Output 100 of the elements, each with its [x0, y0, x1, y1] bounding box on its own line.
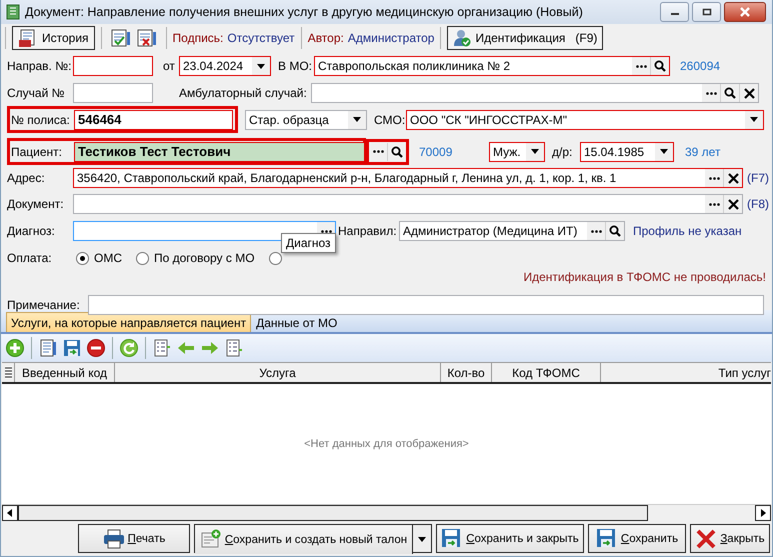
field-label: Направ. №:	[7, 59, 72, 73]
footer-button[interactable]: Сохранить и закрыть	[436, 524, 584, 553]
search-icon	[609, 225, 621, 237]
column-header[interactable]: Введенный код	[15, 363, 115, 382]
field-label: Диагноз:	[7, 224, 56, 238]
sex-dropdown[interactable]: Муж.	[489, 142, 545, 162]
address-field[interactable]: 356420, Ставропольский край, Благодарненский р-н, Благодарный г, Ленина ул, д. 1, кор. 1, кв. 1	[73, 168, 743, 188]
maximize-button[interactable]	[692, 2, 721, 22]
dropdown-button[interactable]	[348, 110, 366, 128]
field-label: Документ:	[7, 197, 65, 211]
footer-button[interactable]: Сохранить и создать новый талон	[195, 525, 413, 554]
tab[interactable]: Данные от МО	[251, 312, 342, 332]
column-header[interactable]: Код ТФОМС	[492, 363, 601, 382]
patient-field[interactable]: Тестиков Тест Тестович	[74, 142, 365, 162]
ellipsis-icon	[372, 150, 384, 153]
scroll-right-button[interactable]	[755, 505, 771, 521]
list-icon[interactable]	[224, 338, 244, 358]
search-icon	[724, 87, 736, 99]
ellipsis-icon	[636, 64, 646, 68]
note-field[interactable]	[88, 295, 764, 315]
dropdown-button[interactable]	[252, 57, 270, 75]
insurance-company-field[interactable]: ООО "СК "ИНГОССТРАХ-М"	[406, 110, 764, 130]
save-icon[interactable]	[62, 338, 82, 358]
payment-label: Оплата:	[7, 251, 53, 265]
field-label: В МО:	[278, 59, 314, 73]
field-label: СМО:	[374, 112, 406, 126]
search-button[interactable]	[387, 142, 406, 160]
clear-button[interactable]	[723, 169, 742, 187]
policy-field[interactable]: 546464	[74, 110, 233, 130]
caret-icon	[417, 534, 427, 542]
search-button[interactable]	[605, 222, 624, 240]
shortcut-hint: (F8)	[747, 197, 769, 211]
field-label: от	[163, 59, 176, 73]
scrollbar-thumb[interactable]	[18, 505, 648, 521]
field-label: д/р:	[552, 144, 574, 158]
left-arrow-icon	[6, 509, 14, 517]
patient-id: 70009	[419, 144, 454, 158]
refresh-icon[interactable]	[119, 338, 139, 358]
identify-button[interactable]: Идентификация (F9)	[447, 26, 604, 50]
tab[interactable]: Услуги, на которые направляется пациент	[6, 312, 252, 332]
search-button[interactable]	[720, 84, 739, 102]
search-icon	[654, 60, 666, 72]
minimize-button[interactable]	[660, 2, 689, 22]
radio-button[interactable]	[268, 252, 282, 264]
footer-button[interactable]: Печать	[78, 524, 190, 553]
outpatient-case-field[interactable]	[311, 83, 759, 103]
column-header[interactable]: Услуга	[115, 363, 441, 382]
ellipsis-button[interactable]	[705, 195, 723, 213]
close-icon	[739, 7, 751, 17]
dropdown-button[interactable]	[745, 110, 763, 128]
ellipsis-icon	[708, 176, 720, 180]
search-button[interactable]	[650, 57, 669, 75]
referral-number-field[interactable]	[73, 56, 153, 76]
footer-button[interactable]: Закрыть	[690, 524, 770, 553]
column-header[interactable]: Кол-во	[441, 363, 492, 382]
ellipsis-icon	[590, 230, 602, 232]
organization-field[interactable]: Ставропольская поликлиника № 2	[314, 56, 670, 76]
delete-icon[interactable]	[86, 338, 106, 358]
clear-button[interactable]	[723, 195, 742, 213]
close-icon	[744, 88, 754, 98]
radio-button[interactable]: По договору с МО	[136, 251, 255, 265]
empty-message: <Нет данных для отображения>	[304, 438, 469, 450]
dropdown-button[interactable]	[526, 142, 544, 160]
caret-icon	[353, 117, 361, 122]
date-field[interactable]: 23.04.2024	[179, 56, 271, 76]
policy-type-dropdown[interactable]: Стар. образца	[245, 110, 367, 130]
author-name: Администратор	[348, 31, 434, 45]
ellipsis-button[interactable]	[705, 169, 723, 187]
new-document-icon	[200, 528, 222, 550]
column-chooser-icon[interactable]	[4, 367, 12, 378]
profile-link[interactable]: Профиль не указан	[633, 224, 742, 238]
ellipsis-button[interactable]	[702, 84, 720, 102]
document-field[interactable]	[73, 194, 743, 214]
edit-icon[interactable]	[38, 338, 58, 358]
printer-icon	[102, 528, 125, 550]
radio-button[interactable]: ОМС	[76, 251, 122, 265]
footer-button[interactable]: Сохранить	[588, 524, 686, 553]
organization-code: 260094	[680, 59, 720, 73]
field-label: Направил:	[338, 224, 398, 238]
case-number-field[interactable]	[73, 83, 153, 103]
caret-icon	[750, 117, 758, 122]
signature-status: Отсутствует	[227, 31, 295, 45]
scroll-left-button[interactable]	[2, 505, 18, 521]
birth-date-field[interactable]: 15.04.1985	[580, 142, 674, 162]
field-label: Адрес:	[7, 171, 46, 185]
ellipsis-icon	[320, 230, 332, 232]
history-button[interactable]: История	[12, 26, 95, 50]
dropdown-button[interactable]	[655, 142, 673, 160]
clear-button[interactable]	[739, 84, 758, 102]
save-icon	[596, 528, 618, 550]
ellipsis-button[interactable]	[632, 57, 650, 75]
list-icon[interactable]	[152, 338, 172, 358]
close-button[interactable]	[724, 2, 766, 22]
referring-doctor-field[interactable]: Администратор (Медицина ИТ)	[399, 221, 625, 241]
shortcut-hint: (F7)	[747, 171, 769, 185]
add-icon[interactable]	[5, 338, 25, 358]
right-arrow-icon	[759, 509, 767, 517]
column-header[interactable]: Тип услуг	[601, 363, 771, 382]
ellipsis-button[interactable]	[587, 222, 605, 240]
maximize-icon	[702, 8, 712, 16]
